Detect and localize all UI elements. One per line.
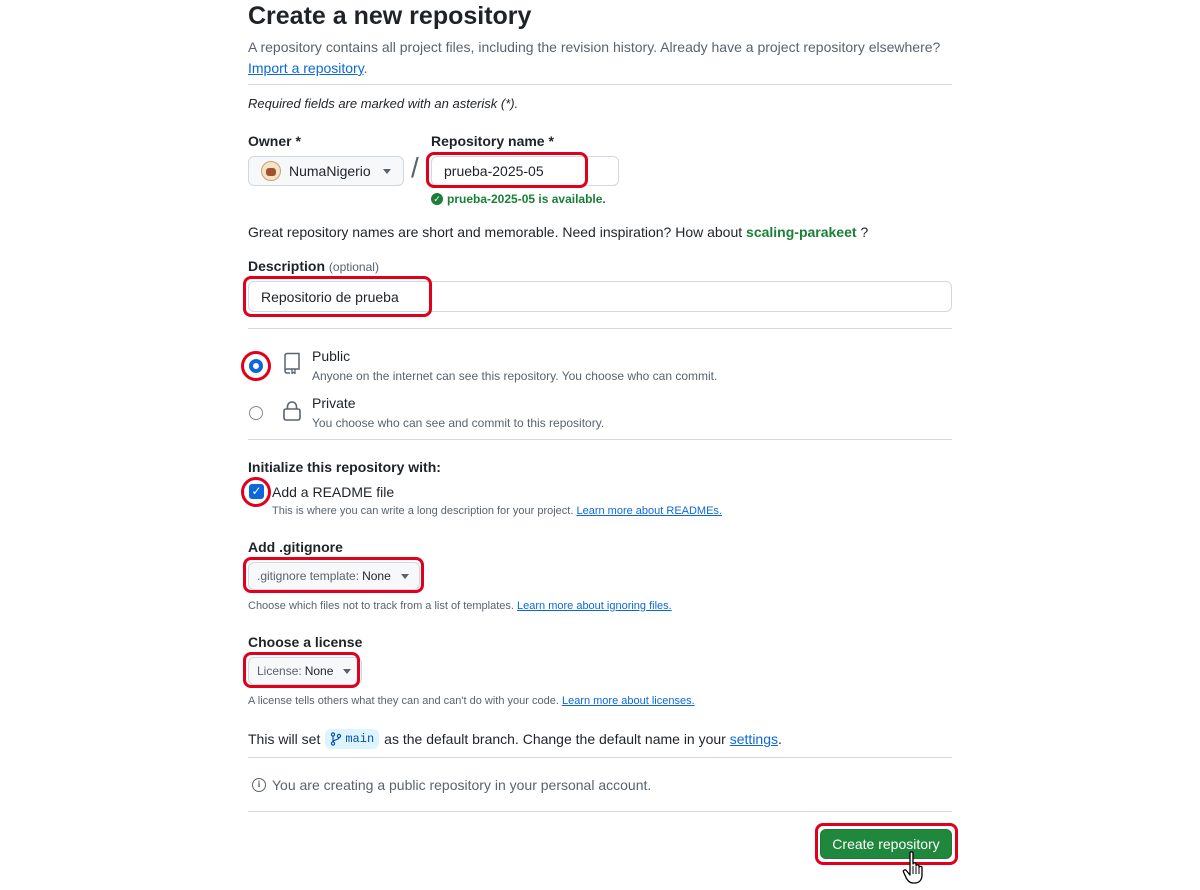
repo-icon [284,352,300,374]
gitignore-heading: Add .gitignore [248,539,343,555]
learn-more-licenses-link[interactable]: Learn more about licenses. [562,695,695,707]
suggestion-suffix: ? [860,224,869,240]
avatar [261,161,281,181]
divider [248,757,952,758]
owner-value: NumaNigerio [289,163,371,179]
page-title: Create a new repository [248,2,532,30]
info-icon: i [252,778,266,792]
private-title: Private [312,395,356,411]
availability-status: ✓ prueba-2025-05 is available. [431,192,606,206]
description-input[interactable] [248,281,952,312]
availability-text: prueba-2025-05 is available. [447,192,606,206]
private-subtitle: You choose who can see and commit to thi… [312,416,605,430]
license-dropdown[interactable]: License: None [248,657,363,685]
gitignore-dropdown[interactable]: .gitignore template: None [248,562,420,590]
check-circle-icon: ✓ [431,193,443,205]
initialize-heading: Initialize this repository with: [248,459,441,475]
chevron-down-icon [383,168,391,174]
public-title: Public [312,348,351,364]
lock-icon [283,401,301,421]
readme-label: Add a README file [272,484,395,500]
git-branch-icon [331,732,342,746]
optional-tag: (optional) [328,260,379,274]
public-subtitle: Anyone on the internet can see this repo… [312,369,718,383]
learn-more-ignoring-link[interactable]: Learn more about ignoring files. [517,600,672,612]
owner-repo-separator: / [411,152,419,183]
branch-pill: main [325,729,380,749]
license-heading: Choose a license [248,634,363,650]
required-note: Required fields are marked with an aster… [248,96,519,111]
suggested-name[interactable]: scaling-parakeet [746,224,857,240]
repo-name-input[interactable] [431,156,619,186]
create-repository-button[interactable]: Create repository [820,829,952,859]
divider [248,84,952,85]
settings-link[interactable]: settings [730,731,778,747]
private-radio[interactable] [249,406,263,420]
owner-dropdown[interactable]: NumaNigerio [248,156,404,186]
chevron-down-icon [400,573,409,579]
import-repository-link[interactable]: Import a repository [248,60,364,76]
public-radio[interactable] [249,359,263,373]
name-suggestion: Great repository names are short and mem… [248,224,868,240]
page-intro: A repository contains all project files,… [248,39,941,76]
repo-name-label: Repository name * [431,133,554,149]
divider [248,811,952,812]
gitignore-help: Choose which files not to track from a l… [248,600,672,612]
readme-help: This is where you can write a long descr… [272,505,722,517]
chevron-down-icon [343,668,352,674]
license-help: A license tells others what they can and… [248,695,695,707]
intro-text: A repository contains all project files,… [248,39,941,55]
suggestion-text: Great repository names are short and mem… [248,224,743,240]
learn-more-readmes-link[interactable]: Learn more about READMEs. [576,505,722,517]
hand-cursor-icon [902,851,923,884]
readme-checkbox[interactable]: ✓ [249,484,264,499]
divider [248,328,952,329]
divider [248,439,952,440]
info-note: i You are creating a public repository i… [252,777,651,793]
description-label: Description (optional) [248,258,379,274]
owner-label: Owner * [248,133,301,149]
default-branch-note: This will set main as the default branch… [248,729,782,749]
